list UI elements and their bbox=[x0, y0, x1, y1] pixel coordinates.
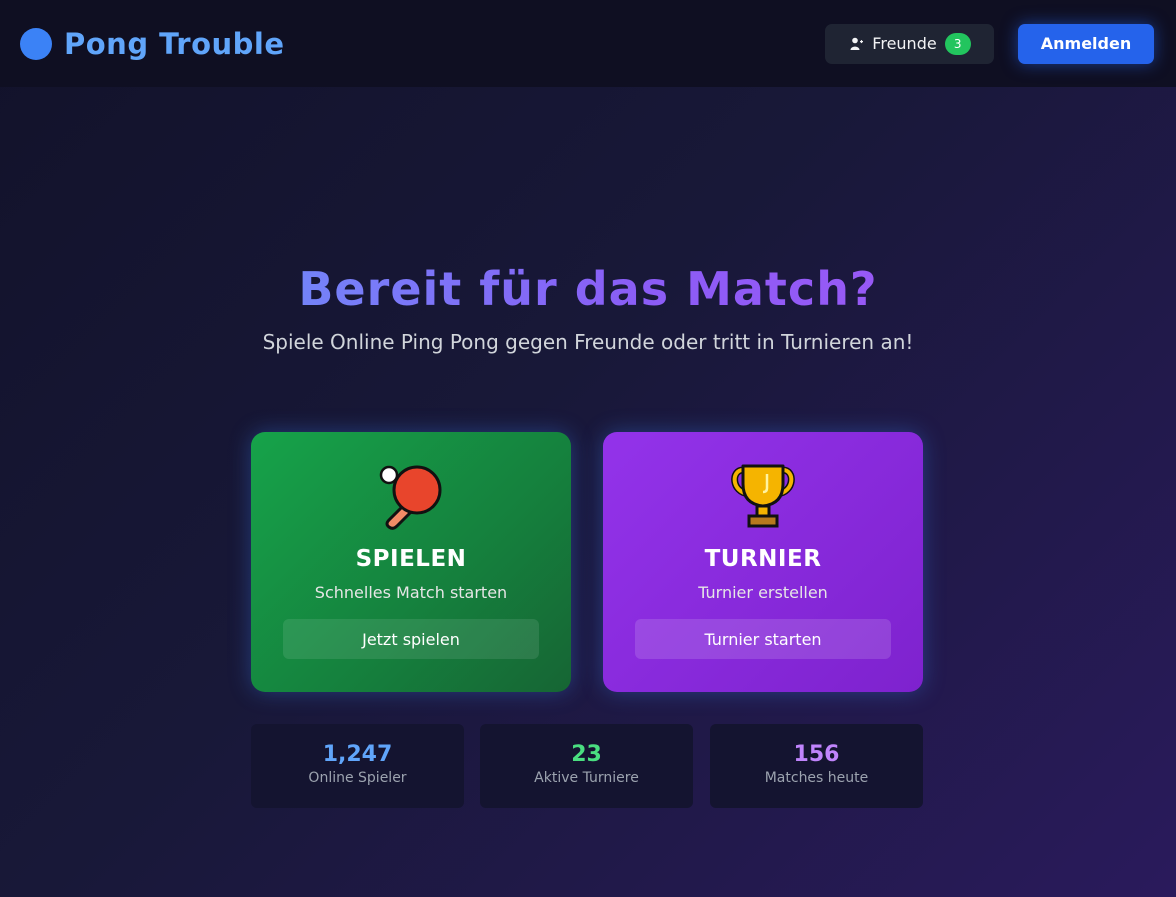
stat-label: Aktive Turniere bbox=[534, 770, 639, 786]
play-now-button[interactable]: Jetzt spielen bbox=[283, 619, 539, 659]
stat-value: 23 bbox=[571, 742, 602, 767]
stat-label: Online Spieler bbox=[308, 770, 407, 786]
play-card[interactable]: SPIELEN Schnelles Match starten Jetzt sp… bbox=[251, 432, 571, 692]
hero-section: Bereit für das Match? Spiele Online Ping… bbox=[0, 258, 1176, 356]
stat-value: 1,247 bbox=[322, 742, 393, 767]
hero-subtitle: Spiele Online Ping Pong gegen Freunde od… bbox=[262, 330, 914, 354]
stat-matches-today: 156 Matches heute bbox=[710, 724, 923, 808]
friends-count-badge: 3 bbox=[944, 32, 971, 55]
brand[interactable]: Pong Trouble bbox=[20, 27, 285, 61]
stat-online-players: 1,247 Online Spieler bbox=[251, 724, 464, 808]
play-card-title: SPIELEN bbox=[355, 546, 467, 572]
ping-pong-paddle-icon bbox=[379, 465, 442, 530]
user-add-icon bbox=[850, 37, 864, 50]
tournament-card[interactable]: TURNIER Turnier erstellen Turnier starte… bbox=[603, 432, 923, 692]
friends-button[interactable]: Freunde 3 bbox=[825, 23, 994, 64]
tournament-card-title: TURNIER bbox=[704, 546, 822, 572]
hero-title: Bereit für das Match? bbox=[0, 258, 1176, 320]
stat-active-tournaments: 23 Aktive Turniere bbox=[480, 724, 693, 808]
tournament-card-description: Turnier erstellen bbox=[698, 583, 828, 602]
top-navigation-bar: Pong Trouble Freunde 3 Anmelden bbox=[0, 0, 1176, 87]
brand-title: Pong Trouble bbox=[64, 26, 285, 61]
nav-actions: Freunde 3 Anmelden bbox=[825, 23, 1154, 64]
ball-logo-icon bbox=[20, 27, 52, 60]
friends-label: Freunde bbox=[872, 34, 937, 53]
stat-value: 156 bbox=[793, 742, 840, 767]
play-card-description: Schnelles Match starten bbox=[314, 583, 508, 602]
start-tournament-button[interactable]: Turnier starten bbox=[635, 619, 891, 659]
stat-label: Matches heute bbox=[764, 770, 869, 786]
trophy-icon bbox=[731, 464, 795, 528]
login-button[interactable]: Anmelden bbox=[1018, 23, 1154, 64]
